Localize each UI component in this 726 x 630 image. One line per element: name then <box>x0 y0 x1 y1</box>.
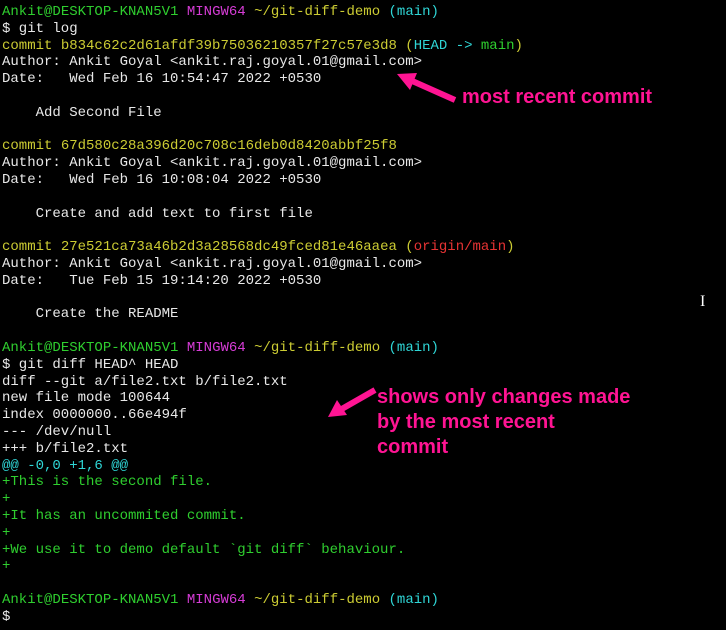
git-commit-line: commit 67d580c28a396d20c708c16deb0d8420a… <box>2 138 724 155</box>
prompt-env: MINGW64 <box>187 4 246 20</box>
commit-hash: 27e521ca73a46b2d3a28568dc49fced81e46aaea <box>61 239 397 255</box>
commit-author: Author: Ankit Goyal <ankit.raj.goyal.01@… <box>2 256 724 273</box>
commit-date: Date: Tue Feb 15 19:14:20 2022 +0530 <box>2 273 724 290</box>
diff-add: +We use it to demo default `git diff` be… <box>2 542 724 559</box>
prompt-branch: (main) <box>389 340 439 356</box>
git-commit-line: commit b834c62c2d61afdf39b75036210357f27… <box>2 38 724 55</box>
prompt-user: Ankit@DESKTOP-KNAN5V1 <box>2 340 178 356</box>
remote-ref: origin/main <box>414 239 506 255</box>
annotation-changes: shows only changes made by the most rece… <box>377 385 630 460</box>
prompt-branch: (main) <box>389 4 439 20</box>
commit-author: Author: Ankit Goyal <ankit.raj.goyal.01@… <box>2 155 724 172</box>
command-input[interactable]: $ git log <box>2 21 724 38</box>
command-input[interactable]: $ <box>2 609 724 626</box>
prompt-env: MINGW64 <box>187 340 246 356</box>
diff-add: + <box>2 491 724 508</box>
prompt-env: MINGW64 <box>187 592 246 608</box>
command-input[interactable]: $ git diff HEAD^ HEAD <box>2 357 724 374</box>
diff-add: +It has an uncommited commit. <box>2 508 724 525</box>
commit-message: Create and add text to first file <box>2 206 724 223</box>
arrow-icon <box>325 385 380 420</box>
head-ref: HEAD -> <box>414 38 481 54</box>
commit-date: Date: Wed Feb 16 10:08:04 2022 +0530 <box>2 172 724 189</box>
diff-add: + <box>2 525 724 542</box>
diff-add: +This is the second file. <box>2 474 724 491</box>
git-commit-line: commit 27e521ca73a46b2d3a28568dc49fced81… <box>2 239 724 256</box>
commit-hash: 67d580c28a396d20c708c16deb0d8420abbf25f8 <box>61 138 397 154</box>
branch-ref: main <box>481 38 515 54</box>
commit-message: Create the README <box>2 306 724 323</box>
prompt-branch: (main) <box>389 592 439 608</box>
diff-hunk: @@ -0,0 +1,6 @@ <box>2 458 724 475</box>
prompt-user: Ankit@DESKTOP-KNAN5V1 <box>2 592 178 608</box>
prompt-path: ~/git-diff-demo <box>254 340 380 356</box>
arrow-icon <box>395 70 465 110</box>
prompt-path: ~/git-diff-demo <box>254 592 380 608</box>
shell-prompt: Ankit@DESKTOP-KNAN5V1 MINGW64 ~/git-diff… <box>2 592 724 609</box>
commit-author: Author: Ankit Goyal <ankit.raj.goyal.01@… <box>2 54 724 71</box>
shell-prompt: Ankit@DESKTOP-KNAN5V1 MINGW64 ~/git-diff… <box>2 4 724 21</box>
text-cursor-icon: I <box>700 292 705 311</box>
diff-add: + <box>2 558 724 575</box>
shell-prompt: Ankit@DESKTOP-KNAN5V1 MINGW64 ~/git-diff… <box>2 340 724 357</box>
prompt-user: Ankit@DESKTOP-KNAN5V1 <box>2 4 178 20</box>
commit-hash: b834c62c2d61afdf39b75036210357f27c57e3d8 <box>61 38 397 54</box>
prompt-path: ~/git-diff-demo <box>254 4 380 20</box>
annotation-recent-commit: most recent commit <box>462 85 652 109</box>
